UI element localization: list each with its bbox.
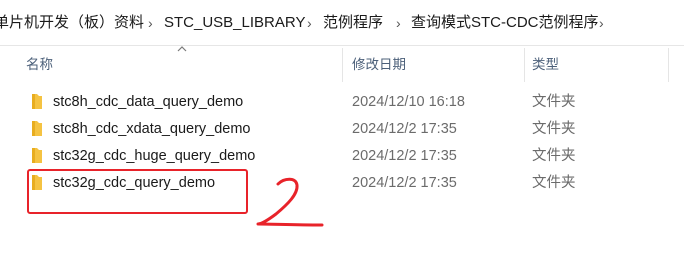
- file-type: 文件夹: [532, 148, 576, 164]
- file-name[interactable]: stc32g_cdc_huge_query_demo: [53, 147, 255, 165]
- file-date: 2024/12/10 16:18: [352, 94, 465, 110]
- file-type: 文件夹: [532, 94, 576, 110]
- file-row[interactable]: stc8h_cdc_data_query_demo 2024/12/10 16:…: [20, 89, 680, 116]
- column-header-name[interactable]: 名称: [26, 48, 53, 82]
- sort-ascending-icon: [177, 46, 187, 52]
- address-bar[interactable]: 单片机开发（板）资料 › STC_USB_LIBRARY › 范例程序 › 查询…: [0, 0, 684, 46]
- highlight-box-annotation: [27, 169, 248, 214]
- handwritten-number-annotation: [256, 177, 324, 227]
- breadcrumb-item-examples[interactable]: 范例程序: [323, 14, 383, 32]
- file-type: 文件夹: [532, 121, 576, 137]
- breadcrumb-separator-icon[interactable]: ›: [396, 14, 401, 32]
- column-divider[interactable]: [524, 48, 525, 82]
- breadcrumb-item-query-mode[interactable]: 查询模式STC-CDC范例程序: [411, 14, 599, 32]
- column-divider[interactable]: [668, 48, 669, 82]
- breadcrumb-separator-icon[interactable]: ›: [307, 14, 312, 32]
- file-date: 2024/12/2 17:35: [352, 121, 457, 137]
- breadcrumb-item-stc-usb-library[interactable]: STC_USB_LIBRARY: [164, 14, 305, 32]
- file-name[interactable]: stc8h_cdc_xdata_query_demo: [53, 120, 251, 138]
- file-row[interactable]: stc8h_cdc_xdata_query_demo 2024/12/2 17:…: [20, 116, 680, 143]
- column-header-type[interactable]: 类型: [532, 48, 559, 82]
- folder-icon: [32, 148, 42, 163]
- file-date: 2024/12/2 17:35: [352, 175, 457, 191]
- folder-icon: [32, 94, 42, 109]
- breadcrumb-separator-icon[interactable]: ›: [599, 14, 604, 32]
- file-name[interactable]: stc8h_cdc_data_query_demo: [53, 93, 243, 111]
- breadcrumb-item-docs[interactable]: 单片机开发（板）资料: [0, 14, 144, 32]
- file-date: 2024/12/2 17:35: [352, 148, 457, 164]
- file-type: 文件夹: [532, 175, 576, 191]
- column-header-date[interactable]: 修改日期: [352, 48, 406, 82]
- file-row[interactable]: stc32g_cdc_huge_query_demo 2024/12/2 17:…: [20, 143, 680, 170]
- column-divider[interactable]: [342, 48, 343, 82]
- folder-icon: [32, 121, 42, 136]
- breadcrumb-separator-icon[interactable]: ›: [148, 14, 153, 32]
